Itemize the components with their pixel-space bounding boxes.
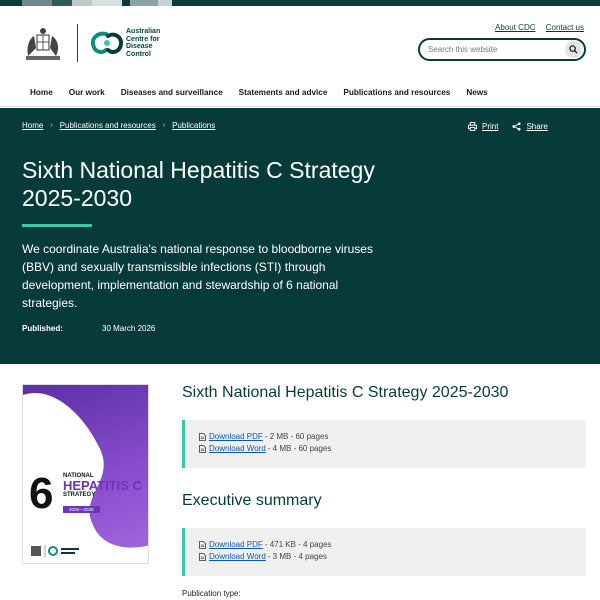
acdc-logo-icon[interactable] [90,28,124,58]
publication-title: Sixth National Hepatitis C Strategy 2025… [182,384,509,401]
nav-item-diseases[interactable]: Diseases and surveillance [121,88,223,97]
breadcrumb-home[interactable]: Home [22,121,43,130]
nav-item-home[interactable]: Home [30,88,53,97]
published-label: Published: [22,324,63,333]
print-link[interactable]: Print [468,122,498,131]
logo-divider [77,24,78,62]
download-exec-word-link[interactable]: Download Word [209,552,266,561]
hero-banner: Home › Publications and resources › Publ… [0,108,600,364]
org-name: Australian Centre for Disease Control [126,28,161,58]
page-title: Sixth National Hepatitis C Strategy 2025… [22,157,375,211]
coat-of-arms-logo[interactable] [20,26,66,64]
publication-cover-image: 6 NATIONAL HEPATITIS C STRATEGY 2025—203… [22,384,149,564]
document-icon [199,552,206,561]
cover-number: 6 [29,469,54,518]
cover-title: NATIONAL HEPATITIS C STRATEGY 2025—2030 [63,473,142,513]
share-icon [512,122,522,131]
download-word-link[interactable]: Download Word [209,444,266,453]
download-row: Download Word - 4 MB - 60 pages [199,444,586,453]
breadcrumb: Home › Publications and resources › Publ… [22,121,215,130]
breadcrumb-separator-icon: › [50,122,53,129]
search-button[interactable] [565,41,582,58]
about-cdc-link[interactable]: About CDC [495,23,535,32]
breadcrumb-publications[interactable]: Publications [172,121,215,130]
download-row: Download PDF - 471 KB - 4 pages [199,540,586,549]
download-exec-pdf-link[interactable]: Download PDF [209,540,263,549]
page-actions: Print Share [468,122,562,131]
nav-item-news[interactable]: News [466,88,487,97]
published-info: Published: 30 March 2026 [22,324,155,333]
main-nav: Home Our work Diseases and surveillance … [0,82,600,107]
printer-icon [468,122,477,131]
publication-downloads: Download PDF - 2 MB - 60 pages Download … [182,420,586,468]
nav-item-statements[interactable]: Statements and advice [239,88,328,97]
page-lede: We coordinate Australia's national respo… [22,242,373,310]
site-header: Australian Centre for Disease Control Ab… [0,6,600,82]
executive-summary-title: Executive summary [182,492,322,509]
nav-item-publications[interactable]: Publications and resources [343,88,450,97]
title-underline [22,224,92,227]
document-icon [199,540,206,549]
download-row: Download Word - 3 MB - 4 pages [199,552,586,561]
nav-item-our-work[interactable]: Our work [69,88,105,97]
executive-downloads: Download PDF - 471 KB - 4 pages Download… [182,528,586,576]
utility-links: About CDC Contact us [487,23,584,32]
document-icon [199,432,206,441]
document-icon [199,444,206,453]
search-input[interactable] [428,42,558,57]
download-pdf-link[interactable]: Download PDF [209,432,263,441]
search-icon [569,45,578,54]
search-box [418,38,586,61]
publication-type-label: Publication type: [182,589,241,598]
breadcrumb-separator-icon: › [162,122,166,129]
cover-logos-icon [31,545,79,557]
share-link[interactable]: Share [512,122,548,131]
download-row: Download PDF - 2 MB - 60 pages [199,432,586,441]
breadcrumb-publications-resources[interactable]: Publications and resources [60,121,156,130]
published-date: 30 March 2026 [102,324,156,333]
contact-us-link[interactable]: Contact us [546,23,584,32]
